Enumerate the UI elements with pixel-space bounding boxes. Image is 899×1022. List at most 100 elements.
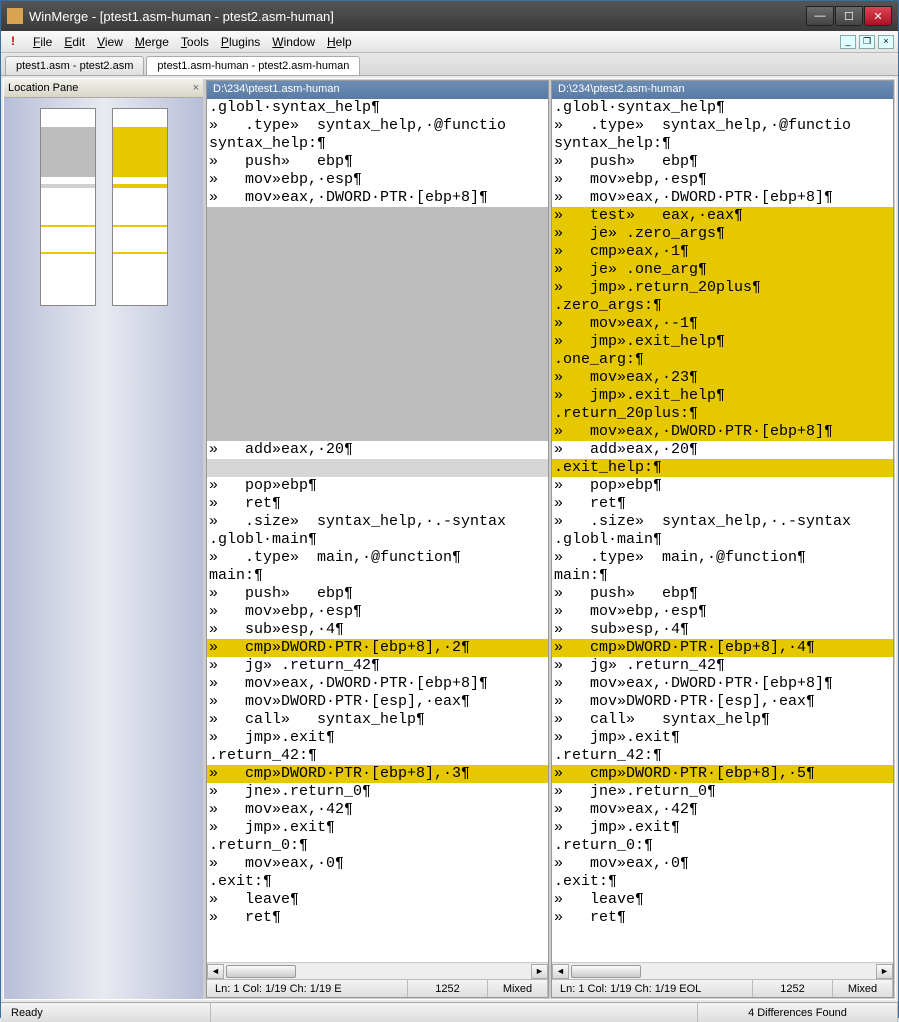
code-line[interactable]: » .size» syntax_help,·.-syntax <box>207 513 548 531</box>
location-pane-close-icon[interactable]: × <box>193 82 199 94</box>
scroll-left-icon[interactable]: ◄ <box>207 964 224 979</box>
code-line[interactable]: » push» ebp¶ <box>552 153 893 171</box>
code-line[interactable] <box>207 351 548 369</box>
code-line[interactable]: » jmp».exit_help¶ <box>552 387 893 405</box>
left-code[interactable]: .globl·syntax_help¶» .type» syntax_help,… <box>207 99 548 962</box>
minimize-button[interactable]: — <box>806 6 834 26</box>
code-line[interactable]: » .size» syntax_help,·.-syntax <box>552 513 893 531</box>
menu-merge[interactable]: Merge <box>129 33 175 51</box>
code-line[interactable]: .one_arg:¶ <box>552 351 893 369</box>
code-line[interactable] <box>207 297 548 315</box>
code-line[interactable]: » cmp»DWORD·PTR·[ebp+8],·5¶ <box>552 765 893 783</box>
code-line[interactable]: » jmp».exit¶ <box>207 819 548 837</box>
code-line[interactable]: » jg» .return_42¶ <box>552 657 893 675</box>
code-line[interactable] <box>207 243 548 261</box>
code-line[interactable] <box>207 261 548 279</box>
code-line[interactable]: » mov»eax,·42¶ <box>552 801 893 819</box>
code-line[interactable]: » mov»ebp,·esp¶ <box>207 603 548 621</box>
code-line[interactable] <box>207 459 548 477</box>
code-line[interactable]: » push» ebp¶ <box>207 153 548 171</box>
menu-window[interactable]: Window <box>266 33 321 51</box>
code-line[interactable]: .return_42:¶ <box>207 747 548 765</box>
tab[interactable]: ptest1.asm-human - ptest2.asm-human <box>146 56 360 75</box>
code-line[interactable]: » test» eax,·eax¶ <box>552 207 893 225</box>
code-line[interactable] <box>207 225 548 243</box>
code-line[interactable]: .zero_args:¶ <box>552 297 893 315</box>
code-line[interactable]: » mov»eax,·42¶ <box>207 801 548 819</box>
code-line[interactable]: » mov»eax,·23¶ <box>552 369 893 387</box>
code-line[interactable]: .return_0:¶ <box>552 837 893 855</box>
code-line[interactable]: » mov»eax,·DWORD·PTR·[ebp+8]¶ <box>552 675 893 693</box>
code-line[interactable] <box>207 369 548 387</box>
menu-view[interactable]: View <box>91 33 129 51</box>
mdi-close-button[interactable]: × <box>878 35 894 49</box>
code-line[interactable]: » pop»ebp¶ <box>207 477 548 495</box>
code-line[interactable]: » jmp».exit¶ <box>207 729 548 747</box>
menu-help[interactable]: Help <box>321 33 358 51</box>
code-line[interactable]: » cmp»DWORD·PTR·[ebp+8],·4¶ <box>552 639 893 657</box>
code-line[interactable]: » mov»ebp,·esp¶ <box>207 171 548 189</box>
code-line[interactable]: main:¶ <box>552 567 893 585</box>
right-pane-path[interactable]: D:\234\ptest2.asm-human <box>552 81 893 99</box>
code-line[interactable]: » mov»ebp,·esp¶ <box>552 603 893 621</box>
code-line[interactable]: » .type» syntax_help,·@functio <box>207 117 548 135</box>
titlebar[interactable]: WinMerge - [ptest1.asm-human - ptest2.as… <box>1 1 898 31</box>
code-line[interactable]: » mov»eax,·DWORD·PTR·[ebp+8]¶ <box>552 189 893 207</box>
code-line[interactable]: » mov»eax,·DWORD·PTR·[ebp+8]¶ <box>552 423 893 441</box>
mdi-minimize-button[interactable]: _ <box>840 35 856 49</box>
code-line[interactable]: » jg» .return_42¶ <box>207 657 548 675</box>
code-line[interactable]: .exit:¶ <box>552 873 893 891</box>
code-line[interactable] <box>207 333 548 351</box>
code-line[interactable]: » mov»eax,·DWORD·PTR·[ebp+8]¶ <box>207 189 548 207</box>
code-line[interactable]: .exit:¶ <box>207 873 548 891</box>
code-line[interactable]: » cmp»DWORD·PTR·[ebp+8],·3¶ <box>207 765 548 783</box>
code-line[interactable]: .return_0:¶ <box>207 837 548 855</box>
code-line[interactable]: » je» .one_arg¶ <box>552 261 893 279</box>
code-line[interactable]: » sub»esp,·4¶ <box>207 621 548 639</box>
code-line[interactable]: » call» syntax_help¶ <box>207 711 548 729</box>
code-line[interactable]: » pop»ebp¶ <box>552 477 893 495</box>
code-line[interactable]: » mov»ebp,·esp¶ <box>552 171 893 189</box>
code-line[interactable]: » cmp»eax,·1¶ <box>552 243 893 261</box>
code-line[interactable]: .globl·syntax_help¶ <box>207 99 548 117</box>
code-line[interactable]: » push» ebp¶ <box>552 585 893 603</box>
left-pane-path[interactable]: D:\234\ptest1.asm-human <box>207 81 548 99</box>
code-line[interactable]: » leave¶ <box>207 891 548 909</box>
code-line[interactable]: » mov»DWORD·PTR·[esp],·eax¶ <box>552 693 893 711</box>
code-line[interactable]: » .type» syntax_help,·@functio <box>552 117 893 135</box>
code-line[interactable]: » add»eax,·20¶ <box>207 441 548 459</box>
code-line[interactable]: .globl·syntax_help¶ <box>552 99 893 117</box>
code-line[interactable]: .globl·main¶ <box>552 531 893 549</box>
code-line[interactable]: syntax_help:¶ <box>552 135 893 153</box>
code-line[interactable]: » jne».return_0¶ <box>552 783 893 801</box>
close-button[interactable]: ✕ <box>864 6 892 26</box>
code-line[interactable]: syntax_help:¶ <box>207 135 548 153</box>
location-column-right[interactable] <box>112 108 168 306</box>
menu-file[interactable]: File <box>27 33 58 51</box>
menu-plugins[interactable]: Plugins <box>215 33 266 51</box>
code-line[interactable]: » mov»eax,·DWORD·PTR·[ebp+8]¶ <box>207 675 548 693</box>
code-line[interactable] <box>207 207 548 225</box>
code-line[interactable]: » ret¶ <box>207 495 548 513</box>
code-line[interactable]: » push» ebp¶ <box>207 585 548 603</box>
code-line[interactable] <box>207 279 548 297</box>
menu-tools[interactable]: Tools <box>175 33 215 51</box>
code-line[interactable] <box>207 405 548 423</box>
code-line[interactable]: » mov»eax,·0¶ <box>552 855 893 873</box>
left-hscrollbar[interactable]: ◄ ► <box>207 962 548 979</box>
location-pane-body[interactable] <box>4 98 203 999</box>
location-column-left[interactable] <box>40 108 96 306</box>
maximize-button[interactable]: ☐ <box>835 6 863 26</box>
scroll-left-icon[interactable]: ◄ <box>552 964 569 979</box>
code-line[interactable]: » call» syntax_help¶ <box>552 711 893 729</box>
code-line[interactable]: » jmp».exit¶ <box>552 729 893 747</box>
code-line[interactable] <box>207 387 548 405</box>
code-line[interactable]: » jne».return_0¶ <box>207 783 548 801</box>
scroll-thumb[interactable] <box>226 965 296 978</box>
code-line[interactable]: » cmp»DWORD·PTR·[ebp+8],·2¶ <box>207 639 548 657</box>
code-line[interactable]: » sub»esp,·4¶ <box>552 621 893 639</box>
code-line[interactable]: » je» .zero_args¶ <box>552 225 893 243</box>
scroll-thumb[interactable] <box>571 965 641 978</box>
code-line[interactable]: » .type» main,·@function¶ <box>207 549 548 567</box>
code-line[interactable]: .globl·main¶ <box>207 531 548 549</box>
